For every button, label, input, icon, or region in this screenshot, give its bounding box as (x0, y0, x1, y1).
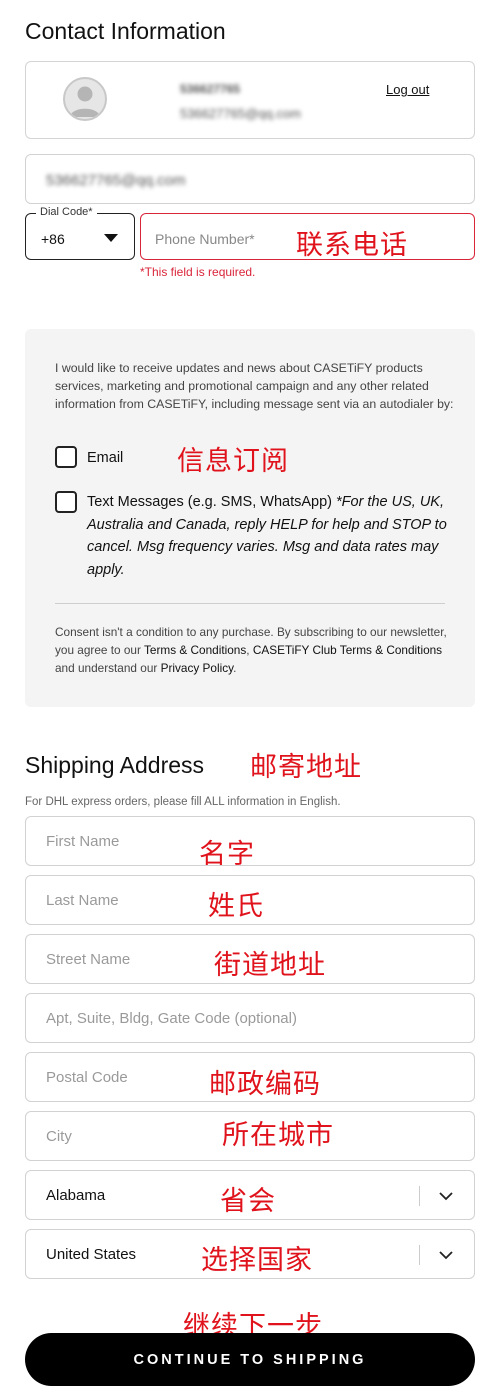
state-annotation: 省会 (220, 1186, 276, 1217)
contact-title: Contact Information (25, 18, 226, 44)
street-name-input[interactable]: Street Name 街道地址 (25, 934, 475, 984)
avatar-icon (63, 77, 107, 121)
street-name-annotation: 街道地址 (214, 950, 326, 981)
city-annotation: 所在城市 (222, 1120, 334, 1151)
country-select[interactable]: United States 选择国家 (25, 1229, 475, 1279)
chevron-down-icon (439, 1192, 453, 1201)
logout-link[interactable]: Log out (386, 82, 429, 97)
state-value: Alabama (46, 1187, 106, 1204)
first-name-placeholder: First Name (46, 833, 120, 850)
privacy-policy-link[interactable]: Privacy Policy (161, 661, 234, 675)
email-checkbox[interactable] (55, 446, 77, 468)
account-id: 536627765 (180, 82, 241, 96)
sms-checkbox[interactable] (55, 491, 77, 513)
continue-to-shipping-button[interactable]: CONTINUE TO SHIPPING (25, 1333, 475, 1386)
club-terms-link[interactable]: CASETiFY Club Terms & Conditions (253, 643, 442, 657)
chevron-down-icon (439, 1251, 453, 1260)
country-annotation: 选择国家 (201, 1245, 313, 1276)
email-field-value: 536627765@qq.com (46, 172, 186, 189)
last-name-annotation: 姓氏 (208, 891, 264, 922)
consent-text: Consent isn't a condition to any purchas… (55, 623, 455, 677)
phone-placeholder: Phone Number* (155, 231, 255, 247)
email-checkbox-label: Email (87, 450, 124, 466)
state-select[interactable]: Alabama 省会 (25, 1170, 475, 1220)
dial-code-value: +86 (41, 231, 65, 247)
first-name-input[interactable]: First Name 名字 (25, 816, 475, 870)
account-email: 536627765@qq.com (180, 106, 301, 121)
sms-text: Text Messages (e.g. SMS, WhatsApp) *For … (87, 491, 452, 581)
country-value: United States (46, 1246, 137, 1263)
shipping-title: Shipping Address (25, 752, 205, 778)
city-input[interactable]: City 所在城市 (25, 1111, 475, 1161)
first-name-annotation: 名字 (199, 839, 255, 870)
shipping-title-annotation: 邮寄地址 (250, 752, 362, 783)
consent-part-4: . (233, 661, 237, 675)
terms-link[interactable]: Terms & Conditions (144, 643, 246, 657)
phone-error: *This field is required. (140, 265, 256, 279)
caret-down-icon (104, 234, 118, 242)
subscription-panel: I would like to receive updates and news… (25, 329, 475, 707)
country-divider (419, 1245, 420, 1265)
street-name-placeholder: Street Name (46, 951, 131, 968)
postal-code-placeholder: Postal Code (46, 1069, 128, 1086)
consent-part-3: and understand our (55, 661, 161, 675)
dial-code-select[interactable]: Dial Code* +86 (25, 206, 135, 260)
apt-suite-input[interactable]: Apt, Suite, Bldg, Gate Code (optional) (25, 993, 475, 1043)
subscribe-annotation: 信息订阅 (177, 446, 289, 477)
account-card: 536627765 536627765@qq.com Log out (25, 61, 475, 139)
sms-label: Text Messages (e.g. SMS, WhatsApp) (87, 494, 332, 510)
shipping-note: For DHL express orders, please fill ALL … (25, 796, 341, 808)
dial-code-label: Dial Code* (36, 206, 97, 218)
divider (55, 603, 445, 604)
state-divider (419, 1186, 420, 1206)
last-name-input[interactable]: Last Name 姓氏 (25, 875, 475, 925)
postal-code-input[interactable]: Postal Code 邮政编码 (25, 1052, 475, 1102)
subscribe-intro: I would like to receive updates and news… (55, 361, 454, 411)
email-field[interactable]: 536627765@qq.com (25, 154, 475, 204)
city-placeholder: City (46, 1128, 72, 1145)
apt-suite-placeholder: Apt, Suite, Bldg, Gate Code (optional) (46, 1010, 297, 1027)
postal-code-annotation: 邮政编码 (209, 1069, 321, 1100)
phone-input[interactable]: Phone Number* 联系电话 (140, 213, 475, 261)
last-name-placeholder: Last Name (46, 892, 119, 909)
phone-annotation: 联系电话 (296, 230, 408, 261)
